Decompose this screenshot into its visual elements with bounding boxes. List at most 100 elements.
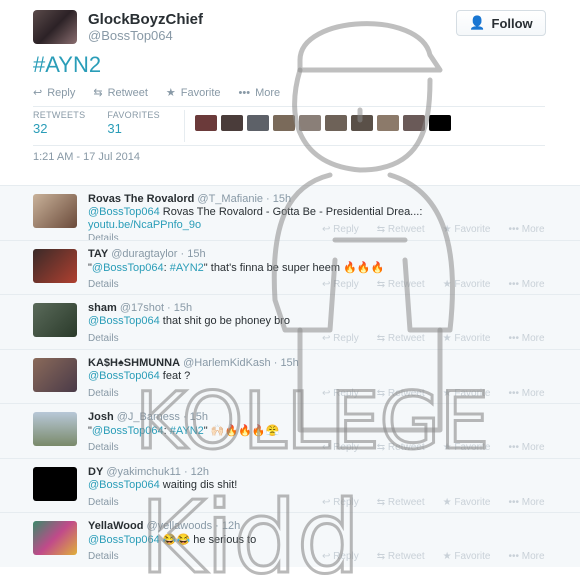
- reply-display-name[interactable]: Josh: [88, 411, 114, 423]
- favorite-button[interactable]: ★ Favorite: [166, 86, 221, 100]
- list-item[interactable]: DY @yakimchuk11 · 12h @BossTop064 waitin…: [0, 457, 580, 512]
- reply-handle[interactable]: @HarlemKidKash · 15h: [183, 357, 299, 369]
- reply-handle[interactable]: @yellawoods · 12h: [146, 520, 240, 532]
- reply-handle[interactable]: @yakimchuk11 · 12h: [106, 466, 209, 478]
- more-button[interactable]: ••• More: [508, 551, 544, 562]
- avatar[interactable]: [403, 115, 425, 131]
- retweet-button[interactable]: ⇆ Retweet: [377, 224, 425, 235]
- favorite-button[interactable]: ★ Favorite: [443, 388, 491, 399]
- avatar[interactable]: [429, 115, 451, 131]
- more-button[interactable]: ••• More: [508, 388, 544, 399]
- avatar[interactable]: [33, 412, 77, 446]
- avatar[interactable]: [325, 115, 347, 131]
- avatar[interactable]: [33, 521, 77, 555]
- list-item[interactable]: Rovas The Rovalord @T_Mafianie · 15h @Bo…: [0, 185, 580, 244]
- mention-link[interactable]: @BossTop064: [88, 370, 160, 382]
- favorite-button[interactable]: ★ Favorite: [443, 551, 491, 562]
- retweet-button[interactable]: ⇆ Retweet: [377, 551, 425, 562]
- retweets-stat[interactable]: RETWEETS 32: [33, 110, 85, 136]
- more-button[interactable]: ••• More: [239, 86, 281, 99]
- reply-handle[interactable]: @duragtaylor · 15h: [111, 248, 205, 260]
- retweet-button[interactable]: ⇆ Retweet: [377, 442, 425, 453]
- favorite-button[interactable]: ★ Favorite: [443, 224, 491, 235]
- favorite-button[interactable]: ★ Favorite: [443, 497, 491, 508]
- more-button[interactable]: ••• More: [508, 224, 544, 235]
- reply-handle[interactable]: @J_Barness · 15h: [117, 411, 208, 423]
- follow-button[interactable]: 👤 Follow: [456, 10, 546, 36]
- details-link[interactable]: Details: [88, 551, 119, 562]
- retweet-button[interactable]: ⇆ Retweet: [93, 86, 148, 100]
- reply-text: "@BossTop064: #AYN2" that's finna be sup…: [88, 261, 385, 274]
- reply-button[interactable]: ↩ Reply: [322, 497, 359, 508]
- author-display-name[interactable]: GlockBoyzChief: [88, 11, 203, 28]
- retweet-icon: ⇆: [93, 87, 103, 99]
- favorite-button[interactable]: ★ Favorite: [443, 333, 491, 344]
- details-link[interactable]: Details: [88, 497, 119, 508]
- mention-link[interactable]: @BossTop064: [88, 534, 160, 546]
- avatar[interactable]: [33, 303, 77, 337]
- avatar[interactable]: [195, 115, 217, 131]
- list-item[interactable]: Josh @J_Barness · 15h "@BossTop064: #AYN…: [0, 403, 580, 458]
- list-item[interactable]: TAY @duragtaylor · 15h "@BossTop064: #AY…: [0, 239, 580, 294]
- avatar[interactable]: [221, 115, 243, 131]
- favorites-stat[interactable]: FAVORITES 31: [107, 110, 160, 136]
- hashtag-link[interactable]: #AYN2: [170, 425, 204, 437]
- mention-link[interactable]: @BossTop064: [92, 262, 164, 274]
- details-link[interactable]: Details: [88, 442, 119, 453]
- list-item[interactable]: YellaWood @yellawoods · 12h @BossTop064 …: [0, 512, 580, 567]
- retweets-count: 32: [33, 121, 48, 136]
- tweet-actions: ↩ Reply ⇆ Retweet ★ Favorite ••• More: [33, 86, 281, 100]
- avatar[interactable]: [33, 248, 77, 283]
- hashtag-link[interactable]: #AYN2: [170, 262, 204, 274]
- tweet-timestamp[interactable]: 1:21 AM - 17 Jul 2014: [33, 151, 140, 163]
- reply-text: @BossTop064 😂😂 he serious to: [88, 534, 257, 546]
- avatar[interactable]: [377, 115, 399, 131]
- reply-button[interactable]: ↩ Reply: [322, 224, 359, 235]
- avatar[interactable]: [299, 115, 321, 131]
- retweet-button[interactable]: ⇆ Retweet: [377, 333, 425, 344]
- author-handle[interactable]: @BossTop064: [88, 28, 173, 43]
- reply-button[interactable]: ↩ Reply: [322, 551, 359, 562]
- reply-handle[interactable]: @T_Mafianie · 15h: [197, 193, 291, 205]
- favorite-button[interactable]: ★ Favorite: [443, 279, 491, 290]
- author-avatar[interactable]: [33, 10, 77, 44]
- more-button[interactable]: ••• More: [508, 497, 544, 508]
- reply-display-name[interactable]: Rovas The Rovalord: [88, 193, 194, 205]
- more-button[interactable]: ••• More: [508, 333, 544, 344]
- reply-display-name[interactable]: DY: [88, 466, 103, 478]
- reply-button[interactable]: ↩ Reply: [322, 333, 359, 344]
- more-button[interactable]: ••• More: [508, 442, 544, 453]
- mention-link[interactable]: @BossTop064: [92, 425, 164, 437]
- reply-button[interactable]: ↩ Reply: [33, 86, 75, 100]
- mention-link[interactable]: @BossTop064: [88, 315, 160, 327]
- reply-display-name[interactable]: TAY: [88, 248, 108, 260]
- details-link[interactable]: Details: [88, 388, 119, 399]
- mention-link[interactable]: @BossTop064: [88, 479, 160, 491]
- reply-handle[interactable]: @17shot · 15h: [120, 302, 192, 314]
- reply-display-name[interactable]: YellaWood: [88, 520, 143, 532]
- details-link[interactable]: Details: [88, 333, 119, 344]
- list-item[interactable]: KA$H♠SHMUNNA @HarlemKidKash · 15h @BossT…: [0, 348, 580, 403]
- avatar[interactable]: [247, 115, 269, 131]
- mention-link[interactable]: @BossTop064: [88, 206, 160, 218]
- avatar[interactable]: [33, 357, 77, 392]
- favorite-button[interactable]: ★ Favorite: [443, 442, 491, 453]
- reply-button[interactable]: ↩ Reply: [322, 442, 359, 453]
- reply-button[interactable]: ↩ Reply: [322, 388, 359, 399]
- reply-button[interactable]: ↩ Reply: [322, 279, 359, 290]
- reply-actions: ↩ Reply ⇆ Retweet ★ Favorite ••• More: [322, 224, 545, 235]
- list-item[interactable]: sham @17shot · 15h @BossTop064 that shit…: [0, 294, 580, 349]
- avatar[interactable]: [33, 194, 77, 228]
- reply-display-name[interactable]: KA$H♠SHMUNNA: [88, 357, 180, 369]
- avatar[interactable]: [273, 115, 295, 131]
- avatar[interactable]: [351, 115, 373, 131]
- avatar[interactable]: [33, 466, 77, 501]
- more-button[interactable]: ••• More: [508, 279, 544, 290]
- reply-display-name[interactable]: sham: [88, 302, 117, 314]
- details-link[interactable]: Details: [88, 279, 119, 290]
- reply-link[interactable]: youtu.be/NcaPPnfo_9o: [88, 219, 201, 231]
- retweet-button[interactable]: ⇆ Retweet: [377, 497, 425, 508]
- retweet-button[interactable]: ⇆ Retweet: [377, 279, 425, 290]
- tweet-text[interactable]: #AYN2: [33, 52, 101, 78]
- retweet-button[interactable]: ⇆ Retweet: [377, 388, 425, 399]
